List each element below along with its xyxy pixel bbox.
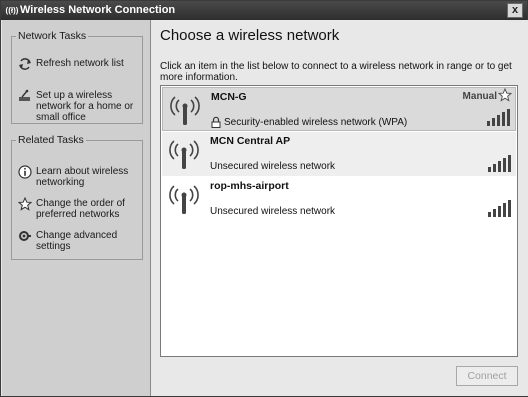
learn-about-wireless-link[interactable]: Learn about wireless networking xyxy=(18,165,142,189)
network-row-mcn-g[interactable]: MCN-G Manual Security-enabled wireless n… xyxy=(162,87,516,131)
manual-label: Manual xyxy=(462,91,497,102)
refresh-network-list-label: Refresh network list xyxy=(36,58,124,69)
main-content: Choose a wireless network Click an item … xyxy=(152,20,528,396)
change-advanced-settings-label: Change advanced settings xyxy=(36,230,118,252)
instructions-text: Click an item in the list below to conne… xyxy=(160,61,512,83)
network-list[interactable]: MCN-G Manual Security-enabled wireless n… xyxy=(160,85,518,357)
connect-button[interactable]: Connect xyxy=(456,366,518,386)
network-name: MCN-G xyxy=(211,91,247,103)
window-title: Wireless Network Connection xyxy=(20,4,176,16)
page-title: Choose a wireless network xyxy=(160,27,340,44)
network-tasks-title: Network Tasks xyxy=(16,30,89,42)
setup-wireless-network-link[interactable]: Set up a wireless network for a home or … xyxy=(18,89,142,123)
close-button[interactable]: x xyxy=(507,3,523,18)
antenna-icon xyxy=(170,96,200,125)
network-name: rop-mhs-airport xyxy=(210,180,289,192)
wireless-icon: ((ł)) xyxy=(5,6,19,15)
change-preferred-order-label: Change the order of preferred networks xyxy=(36,198,125,220)
signal-strength-icon xyxy=(487,109,510,126)
network-row-mcn-central-ap[interactable]: MCN Central AP Unsecured wireless networ… xyxy=(162,132,516,176)
network-status: Unsecured wireless network xyxy=(210,161,336,172)
refresh-network-list-link[interactable]: Refresh network list xyxy=(18,57,142,71)
network-row-rop-mhs-airport[interactable]: rop-mhs-airport Unsecured wireless netwo… xyxy=(162,177,516,221)
network-name: MCN Central AP xyxy=(210,135,291,147)
antenna-icon xyxy=(169,140,199,169)
learn-about-wireless-label: Learn about wireless networking xyxy=(36,166,129,188)
lock-icon xyxy=(211,116,221,128)
signal-strength-icon xyxy=(488,200,511,217)
setup-wireless-network-label: Set up a wireless network for a home or … xyxy=(36,90,134,123)
refresh-icon xyxy=(18,57,32,71)
title-bar[interactable]: ((ł)) Wireless Network Connection x xyxy=(1,1,527,20)
related-tasks-title: Related Tasks xyxy=(16,134,86,146)
change-preferred-order-link[interactable]: Change the order of preferred networks xyxy=(17,196,142,221)
network-status: Unsecured wireless network xyxy=(210,206,336,217)
related-tasks-panel: Related Tasks Learn about wireless netwo… xyxy=(11,134,143,260)
setup-network-icon xyxy=(18,89,32,103)
network-status: Security-enabled wireless network (WPA) xyxy=(224,117,408,128)
star-icon xyxy=(17,196,33,211)
sidebar: Network Tasks Refresh network list Set u… xyxy=(2,20,151,396)
settings-icon xyxy=(18,229,32,243)
info-icon xyxy=(18,165,32,179)
network-tasks-panel: Network Tasks Refresh network list Set u… xyxy=(11,30,143,124)
change-advanced-settings-link[interactable]: Change advanced settings xyxy=(18,229,142,253)
wireless-network-connection-window: ((ł)) Wireless Network Connection x Netw… xyxy=(0,0,528,397)
antenna-icon xyxy=(169,185,199,214)
signal-strength-icon xyxy=(488,155,511,172)
preferred-star-icon xyxy=(497,87,513,105)
